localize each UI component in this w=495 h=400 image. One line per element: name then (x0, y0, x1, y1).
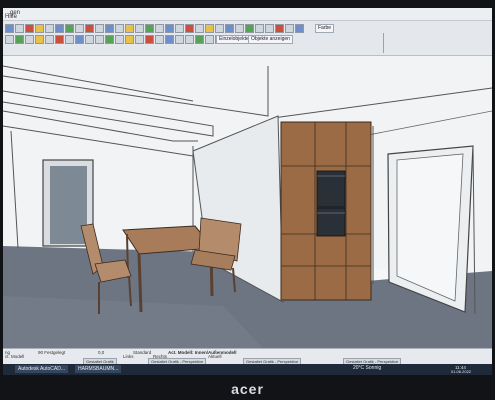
status-field: 90 Festgelegt (38, 350, 66, 355)
dimension-icon[interactable] (75, 35, 84, 44)
right-door-leaf (396, 153, 464, 302)
save-icon[interactable] (45, 24, 54, 33)
delete-icon[interactable] (25, 24, 34, 33)
clock-date[interactable]: 01.06.2022 (451, 369, 471, 374)
monitor-bezel: ...gen Hilfe Einzelobjekte Objekte anzei… (0, 0, 495, 400)
taskbar-app-folder[interactable]: HARMSBAUMN... (75, 365, 122, 373)
view-icon[interactable] (55, 24, 64, 33)
taskbar-app-autocad[interactable]: Autodesk AutoCAD... (15, 365, 68, 373)
polyline-icon[interactable] (45, 35, 54, 44)
status-field: ct. Modell (5, 354, 25, 359)
zoom-icon[interactable] (195, 24, 204, 33)
color-dropdown[interactable]: Farbe (315, 24, 335, 33)
render-icon[interactable] (225, 24, 234, 33)
roof-icon[interactable] (185, 24, 194, 33)
texture-icon[interactable] (255, 24, 264, 33)
status-field: Links (123, 354, 134, 359)
extend-icon[interactable] (135, 35, 144, 44)
left-door-glass (50, 166, 87, 244)
active-model-field: Act. Modell: Innen/Außenmodell (168, 350, 237, 355)
scale-icon[interactable] (115, 35, 124, 44)
stairs-icon[interactable] (175, 24, 184, 33)
measure-icon[interactable] (125, 24, 134, 33)
text-icon[interactable] (65, 35, 74, 44)
acer-logo: acer (231, 381, 264, 397)
status-field: 0,0 (98, 350, 105, 355)
fillet-icon[interactable] (145, 35, 154, 44)
pointer-icon[interactable] (5, 35, 14, 44)
table-leg (137, 253, 143, 313)
light-icon[interactable] (245, 24, 254, 33)
door-icon[interactable] (155, 24, 164, 33)
undo-icon[interactable] (105, 24, 114, 33)
open-icon[interactable] (15, 24, 24, 33)
select-icon[interactable] (5, 24, 14, 33)
status-bar: ng 90 Festgelegt 0,0 Standard Act. Model… (3, 348, 492, 365)
group-icon[interactable] (175, 35, 184, 44)
rotate-icon[interactable] (95, 35, 104, 44)
settings-icon[interactable] (295, 24, 304, 33)
wall-icon[interactable] (145, 24, 154, 33)
arc-icon[interactable] (35, 35, 44, 44)
snap-icon[interactable] (275, 24, 284, 33)
oven-lower (316, 207, 346, 237)
distribute-icon[interactable] (205, 35, 214, 44)
layer-icon[interactable] (65, 24, 74, 33)
show-objects-button[interactable]: Objekte anzeigen (248, 35, 293, 44)
status-field: Standard (133, 350, 152, 355)
perspective-render (3, 56, 492, 348)
screen: ...gen Hilfe Einzelobjekte Objekte anzei… (3, 8, 492, 375)
pan-icon[interactable] (205, 24, 214, 33)
windows-taskbar: Autodesk AutoCAD... HARMSBAUMN... 20°C S… (3, 364, 492, 375)
scrollbar-handle[interactable] (383, 33, 384, 53)
line-icon[interactable] (135, 24, 144, 33)
offset-icon[interactable] (155, 35, 164, 44)
hatch-icon[interactable] (55, 35, 64, 44)
cut-icon[interactable] (85, 24, 94, 33)
ungroup-icon[interactable] (185, 35, 194, 44)
array-icon[interactable] (165, 35, 174, 44)
move-icon[interactable] (105, 35, 114, 44)
copy-icon[interactable] (75, 24, 84, 33)
weather-widget[interactable]: 20°C Sonnig (353, 365, 381, 371)
folder-icon[interactable] (35, 24, 44, 33)
menu-bar: ...gen Hilfe (3, 8, 492, 21)
single-objects-button[interactable]: Einzelobjekte (216, 35, 252, 44)
status-field: Aktuell (208, 354, 222, 359)
mirror-icon[interactable] (85, 35, 94, 44)
rect-icon[interactable] (15, 35, 24, 44)
toolbar: Einzelobjekte Objekte anzeigen Farbe (3, 21, 492, 56)
window-icon[interactable] (165, 24, 174, 33)
align-icon[interactable] (195, 35, 204, 44)
grid-icon[interactable] (265, 24, 274, 33)
menu-item-help[interactable]: Hilfe (5, 14, 17, 20)
redo-icon[interactable] (115, 24, 124, 33)
orbit-icon[interactable] (215, 24, 224, 33)
print-icon[interactable] (285, 24, 294, 33)
camera-icon[interactable] (235, 24, 244, 33)
trim-icon[interactable] (125, 35, 134, 44)
paste-icon[interactable] (95, 24, 104, 33)
toolbar-row-1 (5, 24, 304, 33)
cad-viewport[interactable] (3, 56, 492, 348)
circle-icon[interactable] (25, 35, 34, 44)
toolbar-row-2 (5, 35, 224, 44)
